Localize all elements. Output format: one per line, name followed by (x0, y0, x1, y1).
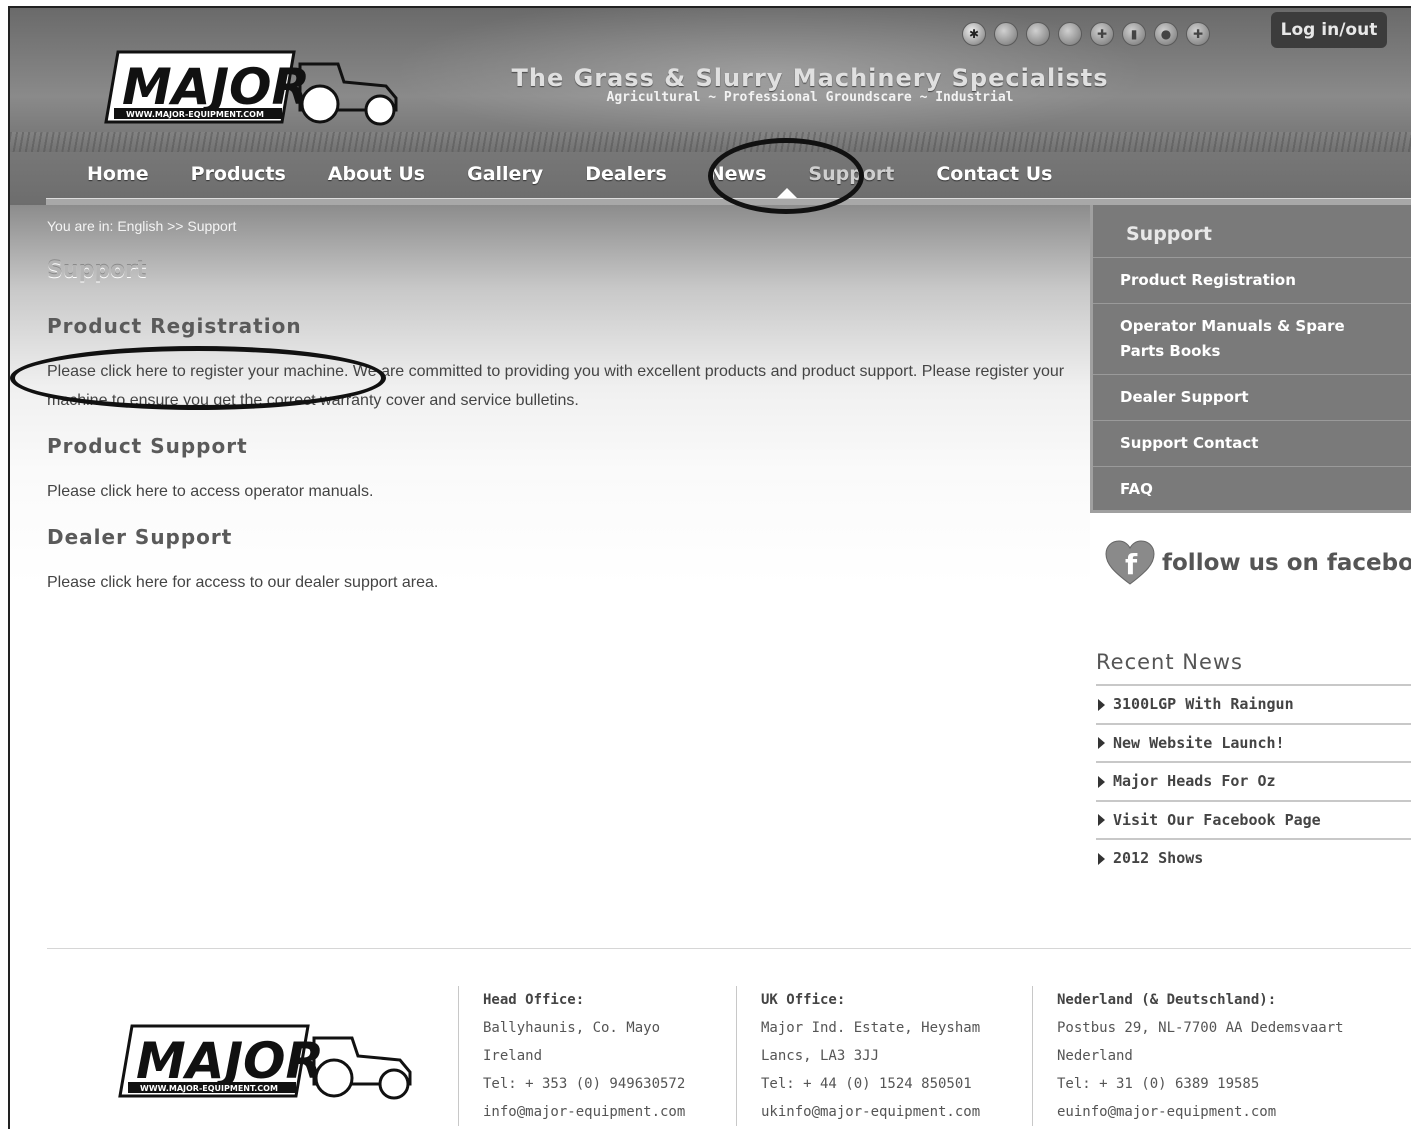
uk-office-email[interactable]: ukinfo@major-equipment.com (761, 1098, 980, 1126)
support-sidebar-menu: Support Product Registration Operator Ma… (1090, 205, 1411, 513)
nav-products[interactable]: Products (170, 156, 307, 192)
triangle-right-icon (1098, 775, 1105, 788)
operator-manuals-click-here-link[interactable]: Please click here (47, 483, 168, 500)
nl-office-line1: Postbus 29, NL-7700 AA Dedemsvaart (1057, 1020, 1344, 1036)
news-item-label: Major Heads For Oz (1113, 772, 1276, 790)
nav-contact-us[interactable]: Contact Us (915, 156, 1073, 192)
footer-logo-text: MAJOR (136, 1032, 324, 1090)
dealer-support-link[interactable]: for access to our dealer support area. (168, 574, 438, 591)
nl-office-title: Nederland (& Deutschland): (1057, 992, 1277, 1008)
sidebar-item-product-registration[interactable]: Product Registration (1093, 257, 1411, 303)
sidebar-item-support-contact[interactable]: Support Contact (1093, 420, 1411, 466)
footer-head-office: Head Office: Ballyhaunis, Co. Mayo Irela… (458, 986, 685, 1126)
nav-support[interactable]: Support (787, 156, 915, 192)
nav-home[interactable]: Home (66, 156, 170, 192)
language-flags: ✱ ✚ ▮ ● ✚ (962, 22, 1210, 46)
germany-flag-icon[interactable] (1058, 22, 1082, 46)
nl-office-line2: Nederland (1057, 1048, 1133, 1064)
uk-office-line1: Major Ind. Estate, Heysham (761, 1020, 981, 1036)
facebook-follow-link[interactable]: f follow us on facebook (1104, 540, 1411, 586)
italy-flag-icon[interactable]: ▮ (1122, 22, 1146, 46)
news-item[interactable]: 2012 Shows (1096, 838, 1411, 877)
news-item[interactable]: Visit Our Facebook Page (1096, 799, 1411, 839)
triangle-right-icon (1098, 814, 1105, 826)
footer-logo-url-text: WWW.MAJOR-EQUIPMENT.COM (140, 1084, 278, 1093)
recent-news-title: Recent News (1096, 650, 1243, 674)
heading-product-registration: Product Registration (47, 314, 302, 338)
logo-text: MAJOR (122, 58, 310, 116)
ireland-flag-icon[interactable] (994, 22, 1018, 46)
login-button[interactable]: Log in/out (1271, 12, 1387, 48)
nav-gallery[interactable]: Gallery (446, 156, 564, 192)
nav-about-us[interactable]: About Us (307, 156, 446, 192)
site-header: MAJOR WWW.MAJOR-EQUIPMENT.COM The Grass … (10, 8, 1411, 205)
sidebar-item-dealer-support[interactable]: Dealer Support (1093, 374, 1411, 420)
news-item-label: New Website Launch! (1113, 733, 1285, 752)
tagline-sub: Agricultural ~ Professional Groundscare … (606, 90, 1014, 105)
heading-dealer-support: Dealer Support (47, 525, 233, 549)
news-item-label: 3100LGP With Raingun (1113, 695, 1294, 713)
dealer-click-here-link[interactable]: Please click here (47, 574, 168, 591)
head-office-tel: Tel: + 353 (0) 949630572 (483, 1076, 686, 1092)
nl-office-email[interactable]: euinfo@major-equipment.com (1057, 1098, 1344, 1126)
breadcrumb: You are in: English >> Support (47, 218, 237, 234)
sidebar-item-faq[interactable]: FAQ (1093, 466, 1411, 512)
news-item[interactable]: Major Heads For Oz (1096, 761, 1411, 800)
registration-paragraph: Please click here to register your machi… (47, 357, 1077, 415)
logo-url-text: WWW.MAJOR-EQUIPMENT.COM (126, 110, 264, 119)
main-nav: Home Products About Us Gallery Dealers N… (66, 156, 1073, 192)
uk-office-line2: Lancs, LA3 3JJ (761, 1048, 880, 1064)
uk-flag-icon[interactable]: ✱ (962, 22, 986, 46)
uk-office-tel: Tel: + 44 (0) 1524 850501 (761, 1076, 972, 1092)
news-item-label: Visit Our Facebook Page (1113, 810, 1321, 829)
footer-nl-office: Nederland (& Deutschland): Postbus 29, N… (1032, 986, 1344, 1126)
triangle-right-icon (1098, 698, 1105, 711)
facebook-heart-icon: f (1105, 540, 1155, 585)
tagline-main: The Grass & Slurry Machinery Specialists (511, 64, 1109, 92)
news-item[interactable]: 3100LGP With Raingun (1096, 684, 1411, 723)
nav-news[interactable]: News (688, 156, 788, 192)
dealer-support-paragraph: Please click here for access to our deal… (47, 568, 1077, 597)
tagline: The Grass & Slurry Machinery Specialists… (490, 64, 1130, 105)
footer-divider (47, 948, 1411, 949)
footer-major-logo[interactable]: MAJOR WWW.MAJOR-EQUIPMENT.COM (118, 1020, 418, 1102)
product-support-paragraph: Please click here to access operator man… (47, 477, 1077, 506)
page-frame: MAJOR WWW.MAJOR-EQUIPMENT.COM The Grass … (8, 6, 1411, 1129)
news-item-label: 2012 Shows (1113, 849, 1204, 867)
triangle-right-icon (1098, 852, 1105, 865)
svg-text:f: f (1125, 548, 1138, 581)
head-office-line1: Ballyhaunis, Co. Mayo (483, 1020, 661, 1036)
news-item[interactable]: New Website Launch! (1096, 722, 1411, 762)
nl-office-tel: Tel: + 31 (0) 6389 19585 (1057, 1076, 1260, 1092)
facebook-text: follow us on facebook (1162, 550, 1411, 576)
nav-bar (46, 198, 1411, 205)
uk-office-title: UK Office: (761, 992, 846, 1008)
netherlands-flag-icon[interactable]: ✚ (1090, 22, 1114, 46)
register-machine-link[interactable]: Please click here to register your machi… (47, 363, 348, 380)
page-title: Support (47, 258, 147, 283)
sidebar-title: Support (1126, 223, 1212, 245)
france-flag-icon[interactable] (1026, 22, 1050, 46)
portugal-flag-icon[interactable]: ● (1154, 22, 1178, 46)
operator-manuals-link[interactable]: to access operator manuals. (168, 483, 373, 500)
head-office-title: Head Office: (483, 992, 585, 1008)
heading-product-support: Product Support (47, 434, 248, 458)
major-logo[interactable]: MAJOR WWW.MAJOR-EQUIPMENT.COM (104, 46, 404, 128)
sidebar-item-operator-manuals[interactable]: Operator Manuals & Spare Parts Books (1093, 303, 1411, 374)
footer-uk-office: UK Office: Major Ind. Estate, Heysham La… (736, 986, 980, 1126)
head-office-line2: Ireland (483, 1048, 543, 1064)
nav-dealers[interactable]: Dealers (564, 156, 688, 192)
grass-strip (10, 132, 1411, 152)
recent-news-list: 3100LGP With Raingun New Website Launch!… (1096, 684, 1411, 877)
spain-flag-icon[interactable]: ✚ (1186, 22, 1210, 46)
sidebar-items: Product Registration Operator Manuals & … (1093, 257, 1411, 512)
triangle-right-icon (1098, 737, 1105, 749)
head-office-email[interactable]: info@major-equipment.com (483, 1098, 685, 1126)
